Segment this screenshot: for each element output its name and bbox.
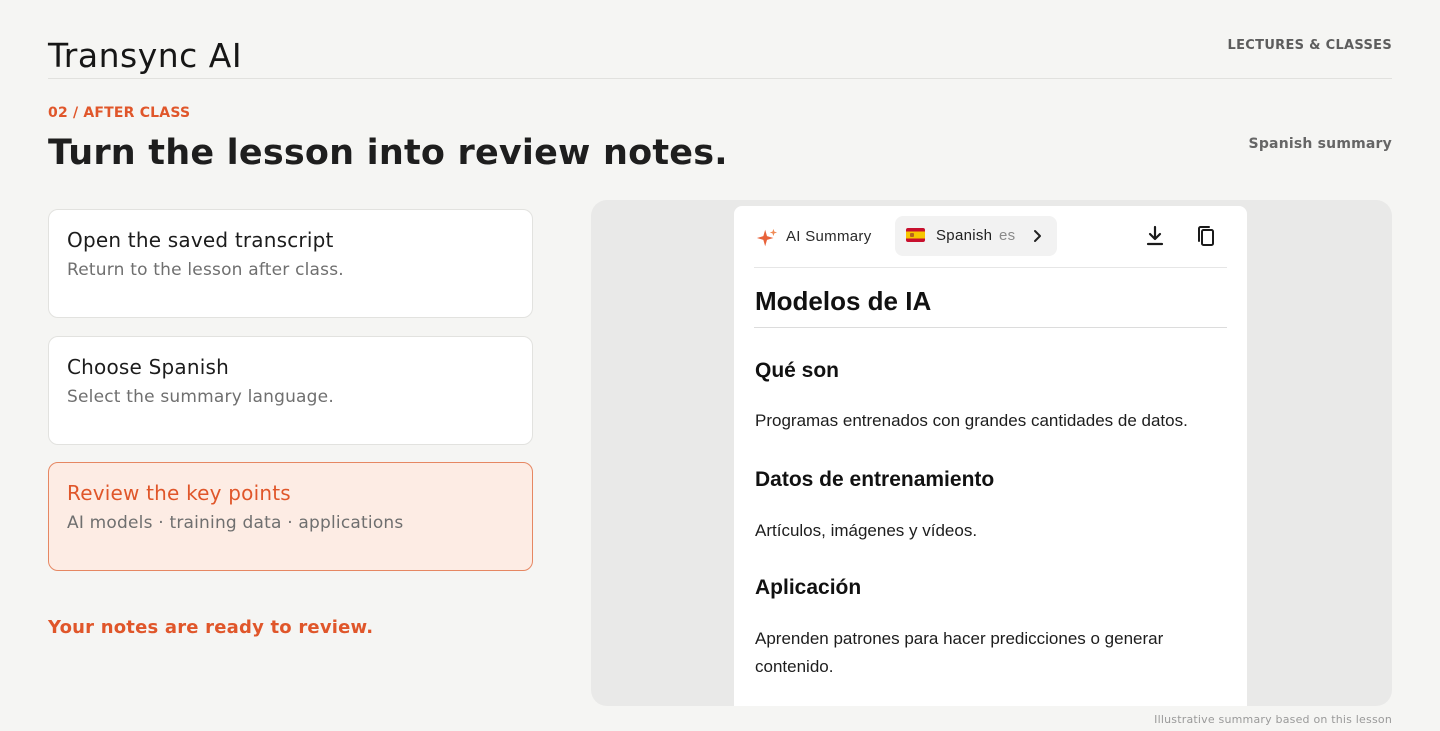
page-title: Turn the lesson into review notes. bbox=[48, 133, 728, 173]
language-name: Spanish bbox=[936, 227, 993, 244]
summary-title-divider bbox=[754, 327, 1227, 328]
section-body: Artículos, imágenes y vídeos. bbox=[755, 521, 978, 540]
section-body: Aprenden patrones para hacer prediccione… bbox=[755, 629, 1164, 676]
step-subtitle: Return to the lesson after class. bbox=[67, 260, 344, 280]
download-icon[interactable] bbox=[1143, 224, 1167, 248]
section-body: Programas entrenados con grandes cantida… bbox=[755, 411, 1188, 430]
language-code: es bbox=[999, 227, 1016, 244]
step-subtitle: Select the summary language. bbox=[67, 387, 334, 407]
summary-card: AI Summary Spanish es Modelos de IA Qué … bbox=[734, 206, 1247, 706]
language-selector[interactable]: Spanish es bbox=[895, 216, 1057, 256]
brand-logo[interactable]: Transync AI bbox=[48, 36, 242, 75]
section-heading: Qué son bbox=[755, 359, 840, 382]
step-choose-spanish[interactable]: Choose Spanish Select the summary langua… bbox=[48, 336, 533, 445]
summary-toolbar: AI Summary Spanish es bbox=[754, 206, 1227, 268]
summary-language-label: Spanish summary bbox=[1248, 136, 1392, 152]
summary-section-body: Programas entrenados con grandes cantida… bbox=[755, 407, 1217, 435]
step-subtitle: AI models · training data · applications bbox=[67, 513, 404, 533]
summary-section-body: Aprenden patrones para hacer prediccione… bbox=[755, 625, 1197, 681]
summary-section-body: Artículos, imágenes y vídeos. bbox=[755, 517, 1217, 545]
chevron-right-icon bbox=[1034, 230, 1041, 242]
step-title: Open the saved transcript bbox=[67, 228, 334, 252]
header-divider bbox=[48, 78, 1392, 79]
ready-status: Your notes are ready to review. bbox=[48, 617, 374, 638]
summary-section: Aplicación bbox=[755, 576, 1217, 600]
section-heading: Datos de entrenamiento bbox=[755, 468, 995, 491]
ai-summary-label: AI Summary bbox=[786, 228, 872, 245]
nav-lectures-classes[interactable]: LECTURES & CLASSES bbox=[1228, 38, 1392, 53]
summary-preview-panel: AI Summary Spanish es Modelos de IA Qué … bbox=[591, 200, 1392, 706]
step-review-key-points[interactable]: Review the key points AI models · traini… bbox=[48, 462, 533, 571]
step-title: Review the key points bbox=[67, 481, 291, 505]
page: Transync AI LECTURES & CLASSES 02 / AFTE… bbox=[0, 0, 1440, 731]
summary-section: Qué son bbox=[755, 359, 1217, 383]
copy-icon[interactable] bbox=[1194, 224, 1218, 248]
section-eyebrow: 02 / AFTER CLASS bbox=[48, 105, 191, 121]
footnote: Illustrative summary based on this lesso… bbox=[1154, 713, 1392, 726]
summary-title: Modelos de IA bbox=[755, 286, 932, 316]
spain-flag-icon bbox=[906, 228, 925, 242]
step-open-transcript[interactable]: Open the saved transcript Return to the … bbox=[48, 209, 533, 318]
summary-section: Datos de entrenamiento bbox=[755, 468, 1217, 492]
sparkle-icon bbox=[756, 228, 778, 247]
step-title: Choose Spanish bbox=[67, 355, 229, 379]
section-heading: Aplicación bbox=[755, 576, 862, 599]
